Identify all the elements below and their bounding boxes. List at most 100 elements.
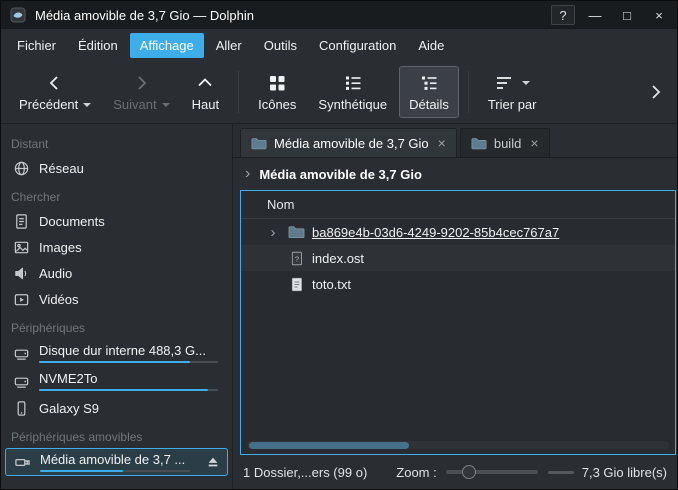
- main-area: Média amovible de 3,7 Gio × build × › Mé…: [233, 124, 677, 489]
- compact-view-label: Synthétique: [318, 97, 387, 112]
- toolbar-overflow-button[interactable]: [641, 82, 669, 102]
- menu-item-fichier[interactable]: Fichier: [7, 33, 66, 58]
- file-name: toto.txt: [312, 277, 351, 292]
- file-name: index.ost: [312, 251, 364, 266]
- eject-button[interactable]: [204, 453, 222, 471]
- chevron-left-icon: [45, 72, 65, 94]
- smartphone-icon: [12, 399, 30, 417]
- sidebar-item-audio[interactable]: Audio: [1, 260, 232, 286]
- file-row-index-ost[interactable]: ? index.ost: [241, 245, 675, 271]
- network-icon: [12, 159, 30, 177]
- up-button[interactable]: Haut: [182, 66, 229, 118]
- tab-build[interactable]: build ×: [460, 128, 550, 157]
- column-header-nom[interactable]: Nom: [267, 197, 294, 212]
- folder-icon: [286, 223, 306, 241]
- capacity-bar: [39, 389, 218, 391]
- menu-item-configuration[interactable]: Configuration: [309, 33, 406, 58]
- chevron-right-icon[interactable]: ›: [245, 166, 250, 182]
- folder-icon: [471, 137, 487, 150]
- back-label: Précédent: [19, 97, 78, 112]
- titlebar: Média amovible de 3,7 Gio — Dolphin ? — …: [1, 1, 677, 29]
- details-view-label: Détails: [409, 97, 449, 112]
- sidebar-item-media-amovible[interactable]: Média amovible de 3,7 ...: [5, 448, 228, 476]
- places-panel: Distant Réseau Chercher Documents Images: [1, 124, 233, 489]
- caret-down-icon: [162, 103, 170, 107]
- sidebar-item-reseau[interactable]: Réseau: [1, 155, 232, 181]
- tab-media-amovible[interactable]: Média amovible de 3,7 Gio ×: [240, 128, 457, 157]
- sort-by-button[interactable]: Trier par: [478, 66, 547, 118]
- file-rows: › ba869e4b-03d6-4249-9202-85b4cec767a7 ?…: [241, 219, 675, 438]
- toolbar-separator: [468, 71, 469, 113]
- svg-text:?: ?: [294, 254, 298, 263]
- file-row-toto-txt[interactable]: toto.txt: [241, 271, 675, 297]
- column-header-row: Nom: [241, 191, 675, 219]
- text-file-icon: [286, 275, 306, 293]
- menu-item-aide[interactable]: Aide: [408, 33, 454, 58]
- horizontal-scrollbar[interactable]: [247, 441, 669, 449]
- harddisk-icon: [12, 344, 30, 362]
- statusbar: 1 Dossier,...ers (99 o) Zoom : 7,3 Gio l…: [233, 455, 677, 489]
- menu-item-outils[interactable]: Outils: [254, 33, 307, 58]
- icons-view-button[interactable]: Icônes: [248, 66, 306, 118]
- sidebar-item-documents[interactable]: Documents: [1, 208, 232, 234]
- folder-icon: [251, 137, 267, 150]
- sidebar-item-label: Vidéos: [39, 292, 79, 307]
- breadcrumb: › Média amovible de 3,7 Gio: [233, 158, 677, 190]
- caret-down-icon: [522, 81, 530, 85]
- capacity-bar: [40, 470, 190, 472]
- minimize-button[interactable]: —: [583, 5, 607, 25]
- chevron-up-icon: [195, 72, 215, 94]
- dolphin-window: Média amovible de 3,7 Gio — Dolphin ? — …: [0, 0, 678, 490]
- menu-item-aller[interactable]: Aller: [206, 33, 252, 58]
- details-view-button[interactable]: Détails: [399, 66, 459, 118]
- close-button[interactable]: ×: [647, 5, 671, 25]
- sidebar-item-videos[interactable]: Vidéos: [1, 286, 232, 312]
- caret-down-icon: [83, 103, 91, 107]
- content-area: Distant Réseau Chercher Documents Images: [1, 124, 677, 489]
- tab-bar: Média amovible de 3,7 Gio × build ×: [233, 124, 677, 158]
- app-icon: [9, 6, 27, 24]
- sort-icon: [494, 73, 514, 93]
- documents-icon: [12, 212, 30, 230]
- zoom-slider[interactable]: [446, 470, 538, 474]
- sidebar-item-disque-dur-interne[interactable]: Disque dur interne 488,3 G...: [1, 339, 232, 367]
- sidebar-item-label: Réseau: [39, 161, 84, 176]
- audio-icon: [12, 264, 30, 282]
- free-space-bar: [548, 471, 574, 474]
- compact-view-icon: [343, 72, 363, 94]
- close-icon[interactable]: ×: [438, 136, 446, 150]
- sidebar-item-images[interactable]: Images: [1, 234, 232, 260]
- file-row-folder[interactable]: › ba869e4b-03d6-4249-9202-85b4cec767a7: [241, 219, 675, 245]
- sidebar-item-label: Images: [39, 240, 82, 255]
- sidebar-item-label: Média amovible de 3,7 ...: [40, 452, 195, 467]
- sidebar-item-label: Audio: [39, 266, 72, 281]
- sidebar-item-galaxy-s9[interactable]: Galaxy S9: [1, 395, 232, 421]
- capacity-bar: [39, 361, 218, 363]
- toolbar-separator: [238, 71, 239, 113]
- menu-item-edition[interactable]: Édition: [68, 33, 128, 58]
- maximize-button[interactable]: □: [615, 5, 639, 25]
- scrollbar-thumb[interactable]: [249, 442, 409, 449]
- forward-button[interactable]: Suivant: [103, 66, 179, 118]
- help-button[interactable]: ?: [551, 5, 575, 25]
- expand-icon[interactable]: ›: [265, 225, 281, 240]
- sidebar-item-label: Disque dur interne 488,3 G...: [39, 343, 224, 358]
- compact-view-button[interactable]: Synthétique: [308, 66, 397, 118]
- section-header-distant: Distant: [1, 128, 232, 155]
- images-icon: [12, 238, 30, 256]
- forward-label: Suivant: [113, 97, 156, 112]
- back-button[interactable]: Précédent: [9, 66, 101, 118]
- tab-label: build: [494, 136, 521, 151]
- free-space-label: 7,3 Gio libre(s): [582, 465, 667, 480]
- breadcrumb-location[interactable]: Média amovible de 3,7 Gio: [259, 167, 422, 182]
- close-icon[interactable]: ×: [530, 136, 538, 150]
- sort-by-label: Trier par: [488, 97, 537, 112]
- zoom-slider-handle[interactable]: [462, 465, 476, 479]
- menu-item-affichage[interactable]: Affichage: [130, 33, 204, 58]
- zoom-label: Zoom :: [396, 465, 436, 480]
- zoom-control: Zoom :: [396, 465, 537, 480]
- sidebar-item-nvme2to[interactable]: NVME2To: [1, 367, 232, 395]
- up-label: Haut: [192, 97, 219, 112]
- window-title: Média amovible de 3,7 Gio — Dolphin: [35, 8, 254, 23]
- section-header-chercher: Chercher: [1, 181, 232, 208]
